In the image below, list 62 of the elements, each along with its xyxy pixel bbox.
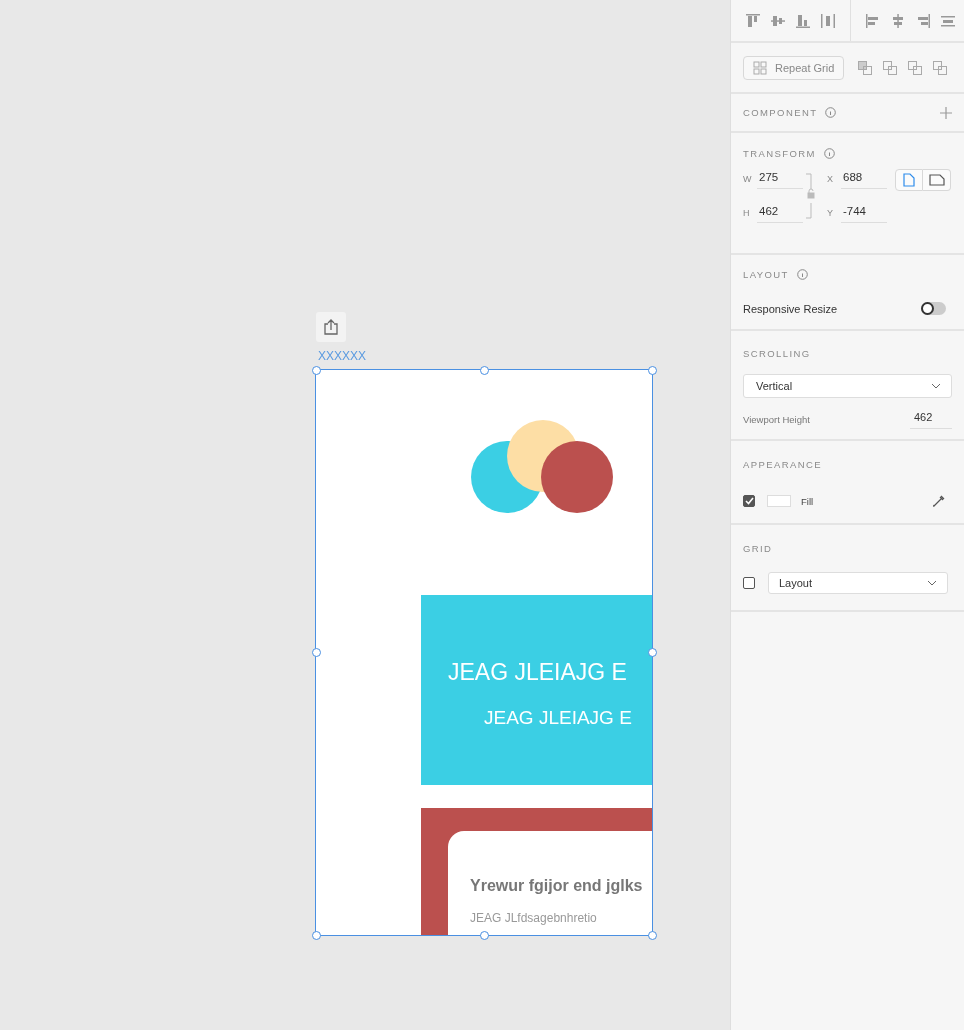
- resize-handle[interactable]: [312, 366, 321, 375]
- boolean-icon[interactable]: [882, 59, 898, 76]
- grid-dropdown[interactable]: Layout: [768, 572, 948, 594]
- align-icon[interactable]: [890, 12, 906, 29]
- hero-heading: JEAG JLEIAJG E: [448, 659, 627, 686]
- add-icon[interactable]: [940, 106, 952, 119]
- section-title: GRID: [743, 543, 773, 554]
- width-field[interactable]: 275: [757, 169, 803, 189]
- grid-checkbox[interactable]: [743, 577, 755, 589]
- chevron-icon: [927, 580, 937, 586]
- section-title: SCROLLING: [743, 348, 811, 359]
- field-label: H: [743, 208, 749, 218]
- info-icon[interactable]: [825, 107, 837, 118]
- hero-subheading: JEAG JLEIAJG E: [484, 707, 632, 729]
- height-field[interactable]: 462: [757, 203, 803, 223]
- boolean-icon[interactable]: [857, 59, 873, 76]
- repeat-grid-button[interactable]: Repeat Grid: [743, 55, 845, 80]
- lock-icon[interactable]: [805, 173, 817, 219]
- card-title: Yrewur fgijor end jglks: [470, 877, 643, 895]
- share-icon: [322, 318, 340, 336]
- toggle-switch[interactable]: [921, 302, 946, 315]
- eyedropper-icon[interactable]: [932, 494, 946, 508]
- share-button[interactable]: [316, 312, 346, 342]
- landscape-icon: [928, 174, 945, 186]
- section-title: TRANSFORM: [743, 148, 816, 159]
- field-label: X: [827, 174, 833, 184]
- section-title: COMPONENT: [743, 107, 818, 118]
- viewport-height-field[interactable]: 462: [910, 409, 952, 429]
- chevron-icon: [931, 383, 941, 389]
- responsive-resize-label: Responsive Resize: [743, 302, 838, 315]
- portrait-icon: [903, 173, 915, 187]
- align-icon[interactable]: [915, 12, 931, 29]
- info-icon[interactable]: [823, 148, 835, 159]
- resize-handle[interactable]: [648, 931, 657, 940]
- card-subtitle: JEAG JLfdsagebnhretio: [470, 911, 597, 925]
- align-icon[interactable]: [795, 12, 811, 29]
- boolean-icon[interactable]: [932, 59, 948, 76]
- align-icon[interactable]: [865, 12, 881, 29]
- resize-handle[interactable]: [480, 931, 489, 940]
- field-label: Y: [827, 208, 833, 218]
- resize-handle[interactable]: [648, 366, 657, 375]
- y-field[interactable]: -744: [841, 203, 887, 223]
- scrolling-dropdown[interactable]: Vertical: [743, 374, 952, 398]
- portrait-button[interactable]: [895, 169, 923, 191]
- resize-handle[interactable]: [312, 931, 321, 940]
- align-icon[interactable]: [745, 12, 761, 29]
- fill-label: Fill: [801, 495, 814, 507]
- resize-handle[interactable]: [480, 366, 489, 375]
- grid-icon: [753, 60, 767, 75]
- resize-handle[interactable]: [648, 648, 657, 657]
- section-title: LAYOUT: [743, 269, 789, 280]
- landscape-button[interactable]: [923, 169, 951, 191]
- section-title: APPEARANCE: [743, 459, 822, 470]
- viewport-height-label: Viewport Height: [743, 413, 810, 425]
- x-field[interactable]: 688: [841, 169, 887, 189]
- resize-handle[interactable]: [312, 648, 321, 657]
- align-icon[interactable]: [820, 12, 836, 29]
- info-icon[interactable]: [796, 269, 808, 280]
- fill-checkbox[interactable]: [743, 495, 755, 507]
- fill-swatch[interactable]: [767, 495, 791, 507]
- artboard[interactable]: JEAG JLEIAJG E JEAG JLEIAJG E Yrewur fgijor end jglks JEAG JLfdsagebnhretio: [316, 370, 652, 935]
- boolean-icon[interactable]: [907, 59, 923, 76]
